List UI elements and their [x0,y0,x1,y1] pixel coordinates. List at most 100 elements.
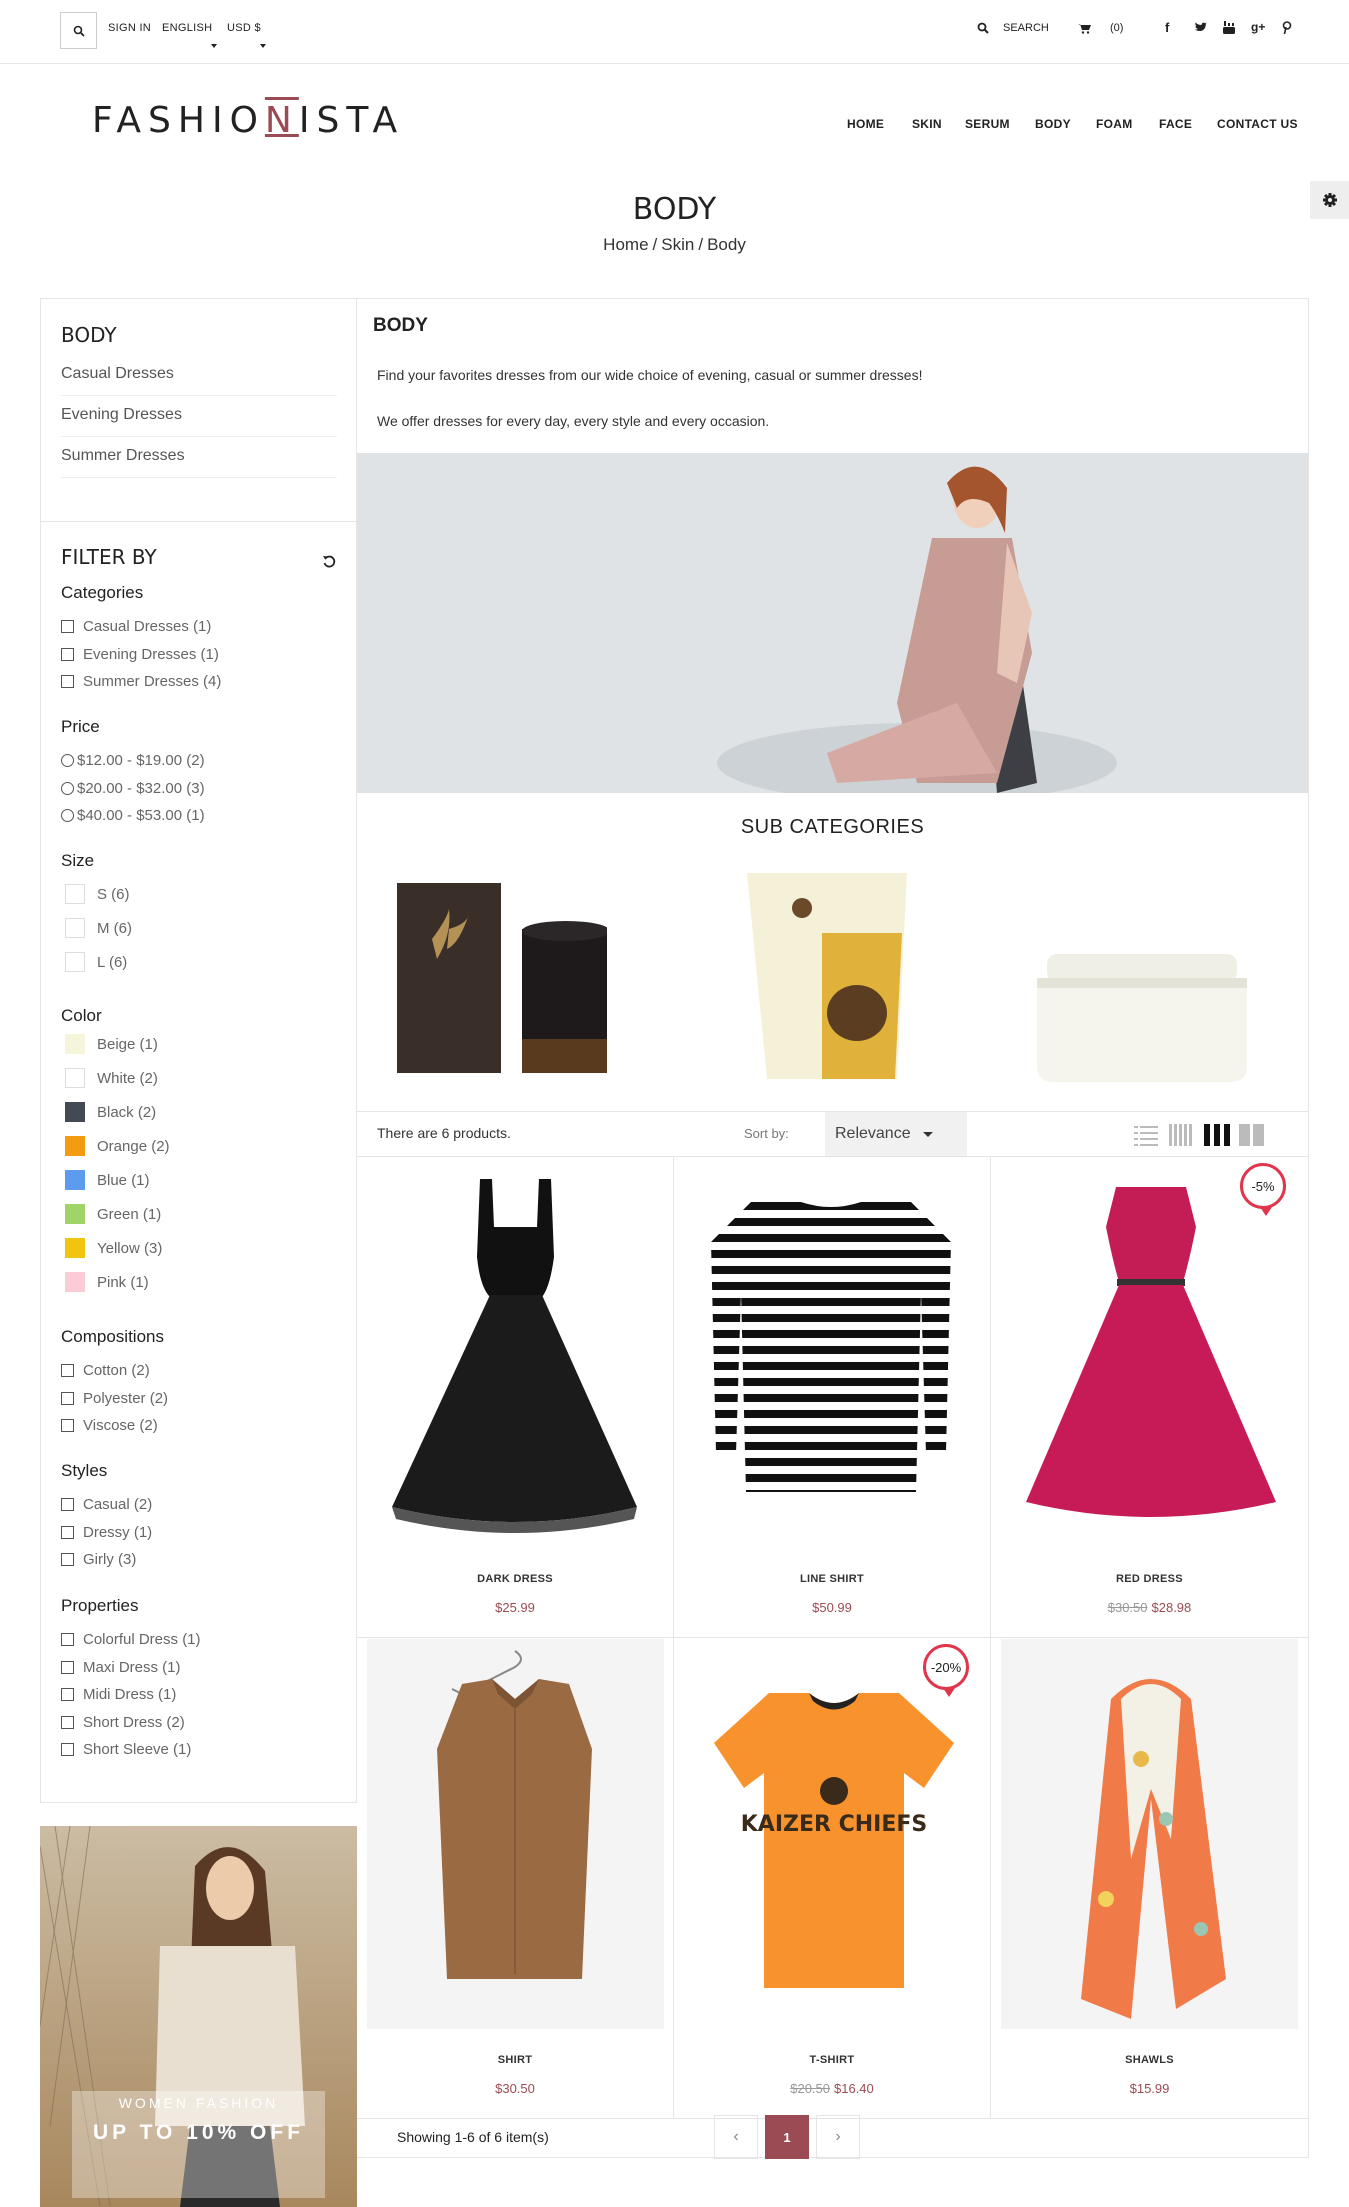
checkbox[interactable] [65,884,85,904]
checkbox[interactable] [61,1526,74,1539]
filter-color-item[interactable]: Beige (1) [65,1034,158,1054]
radio[interactable] [61,782,74,795]
subcategory-serum-image[interactable] [397,879,607,1079]
grid-view-icon[interactable] [1204,1124,1230,1146]
product-name[interactable]: SHAWLS [991,2054,1308,2066]
filter-checkbox-item[interactable]: Summer Dresses (4) [61,673,221,690]
product-name[interactable]: SHIRT [357,2054,673,2066]
product-card[interactable]: LINE SHIRT $50.99 [674,1157,991,1638]
grid-2-view-icon[interactable] [1239,1124,1265,1146]
sort-select[interactable]: Relevance [825,1112,967,1156]
nav-skin[interactable]: SKIN [912,117,942,131]
filter-checkbox-item[interactable]: Maxi Dress (1) [61,1659,181,1676]
radio[interactable] [61,809,74,822]
category-link-summer-dresses[interactable]: Summer Dresses [61,447,337,478]
filter-size-item[interactable]: M (6) [65,918,132,938]
filter-color-item[interactable]: White (2) [65,1068,158,1088]
nav-contact-us[interactable]: CONTACT US [1217,117,1298,131]
checkbox[interactable] [61,675,74,688]
google-plus-icon[interactable]: g+ [1251,20,1265,34]
filter-size-item[interactable]: S (6) [65,884,130,904]
product-image-red-dress[interactable] [1021,1187,1281,1527]
product-name[interactable]: LINE SHIRT [674,1573,990,1585]
checkbox[interactable] [61,648,74,661]
breadcrumb-skin[interactable]: Skin [661,235,694,254]
checkbox[interactable] [61,1688,74,1701]
category-link-casual-dresses[interactable]: Casual Dresses [61,365,337,396]
product-card[interactable]: -5% RED DRESS $30.50 $28.98 [991,1157,1308,1638]
checkbox[interactable] [61,1498,74,1511]
checkbox[interactable] [61,1716,74,1729]
search-toggle-button[interactable] [60,12,97,49]
product-card[interactable]: DARK DRESS $25.99 [357,1157,674,1638]
filter-color-item[interactable]: Pink (1) [65,1272,149,1292]
color-swatch[interactable] [65,1102,85,1122]
list-view-icon[interactable] [1134,1124,1158,1146]
filter-color-item[interactable]: Orange (2) [65,1136,170,1156]
filter-checkbox-item[interactable]: Dressy (1) [61,1524,152,1541]
cart-count[interactable]: (0) [1110,22,1123,34]
facebook-icon[interactable]: f [1165,20,1169,35]
filter-color-item[interactable]: Yellow (3) [65,1238,162,1258]
cart-icon[interactable] [1078,23,1091,34]
filter-color-item[interactable]: Blue (1) [65,1170,150,1190]
currency-selector[interactable]: USD $ [227,22,261,34]
radio[interactable] [61,754,74,767]
checkbox[interactable] [61,1633,74,1646]
checkbox[interactable] [65,952,85,972]
color-swatch[interactable] [65,1272,85,1292]
checkbox[interactable] [61,1553,74,1566]
filter-checkbox-item[interactable]: Viscose (2) [61,1417,158,1434]
checkbox[interactable] [61,1392,74,1405]
product-image-dark-dress[interactable] [382,1177,649,1537]
prev-page-button[interactable]: ‹ [714,2115,758,2159]
sign-in-link[interactable]: SIGN IN [108,22,151,34]
product-image-t-shirt[interactable]: KAIZER CHIEFS [709,1693,959,1993]
filter-checkbox-item[interactable]: Cotton (2) [61,1362,150,1379]
pinterest-icon[interactable] [1282,21,1292,34]
breadcrumb-home[interactable]: Home [603,235,648,254]
color-swatch[interactable] [65,1136,85,1156]
reset-icon[interactable] [322,554,336,568]
nav-foam[interactable]: FOAM [1096,117,1133,131]
filter-radio-item[interactable]: $20.00 - $32.00 (3) [61,780,205,797]
color-swatch[interactable] [65,1238,85,1258]
twitter-icon[interactable] [1194,22,1207,33]
color-swatch[interactable] [65,1204,85,1224]
search-link[interactable]: SEARCH [1003,22,1049,34]
filter-checkbox-item[interactable]: Polyester (2) [61,1390,168,1407]
youtube-icon[interactable] [1223,21,1235,34]
nav-face[interactable]: FACE [1159,117,1192,131]
nav-serum[interactable]: SERUM [965,117,1010,131]
product-card[interactable]: SHIRT $30.50 [357,1638,674,2119]
filter-checkbox-item[interactable]: Colorful Dress (1) [61,1631,201,1648]
filter-color-item[interactable]: Black (2) [65,1102,156,1122]
filter-checkbox-item[interactable]: Short Sleeve (1) [61,1741,191,1758]
category-link-evening-dresses[interactable]: Evening Dresses [61,406,337,437]
promo-banner[interactable]: WOMEN FASHION UP TO 10% OFF [40,1826,357,2207]
product-name[interactable]: DARK DRESS [357,1573,673,1585]
grid-4-view-icon[interactable] [1169,1124,1193,1146]
nav-body[interactable]: BODY [1035,117,1071,131]
search-icon[interactable] [977,22,989,34]
color-swatch[interactable] [65,1034,85,1054]
subcategory-cream-image[interactable] [1027,954,1257,1082]
checkbox[interactable] [61,1364,74,1377]
site-logo[interactable]: FASHIONISTA [92,100,404,141]
product-card[interactable]: SHAWLS $15.99 [991,1638,1308,2119]
checkbox[interactable] [61,1661,74,1674]
color-swatch[interactable] [65,1068,85,1088]
filter-checkbox-item[interactable]: Girly (3) [61,1551,136,1568]
filter-checkbox-item[interactable]: Casual Dresses (1) [61,618,211,635]
filter-radio-item[interactable]: $40.00 - $53.00 (1) [61,807,205,824]
product-image-line-shirt[interactable] [706,1202,956,1492]
product-image-shirt[interactable] [367,1639,664,2029]
color-swatch[interactable] [65,1170,85,1190]
product-name[interactable]: RED DRESS [991,1573,1308,1585]
checkbox[interactable] [61,1743,74,1756]
nav-home[interactable]: HOME [847,117,884,131]
page-button[interactable]: 1 [765,2115,809,2159]
product-image-shawls[interactable] [1001,1639,1298,2029]
filter-checkbox-item[interactable]: Evening Dresses (1) [61,646,219,663]
product-card[interactable]: KAIZER CHIEFS -20% T-SHIRT $20.50 $16.40 [674,1638,991,2119]
